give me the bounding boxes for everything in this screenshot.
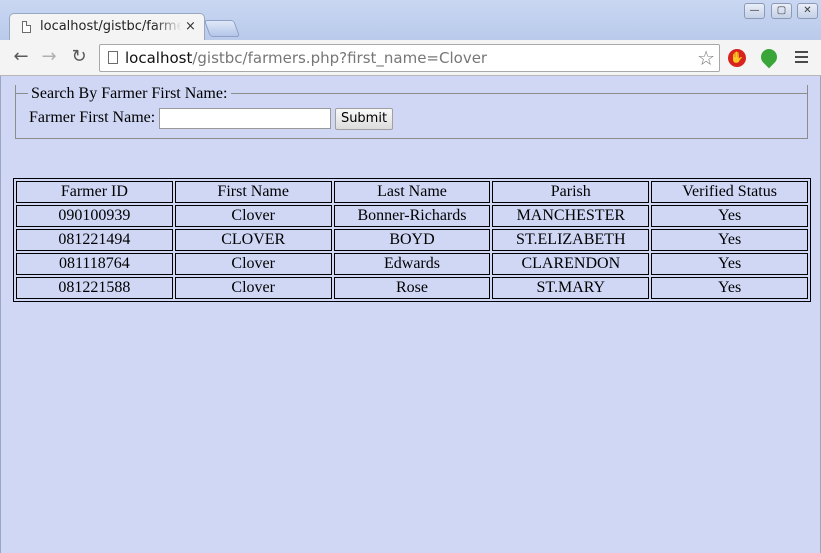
close-window-button[interactable]: ✕ bbox=[797, 3, 818, 19]
cell-parish: MANCHESTER bbox=[492, 205, 650, 227]
address-bar[interactable]: localhost/gistbc/farmers.php?first_name=… bbox=[99, 44, 720, 72]
cell-last-name: Edwards bbox=[333, 253, 491, 275]
search-fieldset: Search By Farmer First Name: Farmer Firs… bbox=[15, 85, 808, 139]
table-row: 081118764 Clover Edwards CLARENDON Yes bbox=[16, 253, 808, 275]
menu-icon[interactable] bbox=[795, 51, 808, 64]
cell-verified-status: Yes bbox=[651, 205, 808, 227]
reload-icon[interactable]: ↻ bbox=[67, 45, 91, 69]
column-header-first-name: First Name bbox=[174, 181, 332, 203]
cell-verified-status: Yes bbox=[651, 253, 808, 275]
cell-parish: CLARENDON bbox=[492, 253, 650, 275]
table-row: 090100939 Clover Bonner-Richards MANCHES… bbox=[16, 205, 808, 227]
column-header-farmer-id: Farmer ID bbox=[16, 181, 173, 203]
tab-title: localhost/gistbc/farmers.php?first_name=… bbox=[40, 19, 182, 34]
minimize-button[interactable]: — bbox=[744, 3, 765, 19]
back-arrow-icon[interactable]: ← bbox=[9, 45, 33, 69]
cell-last-name: Rose bbox=[333, 277, 491, 299]
cell-parish: ST.MARY bbox=[492, 277, 650, 299]
forward-arrow-icon[interactable]: → bbox=[37, 45, 61, 69]
cell-first-name: Clover bbox=[174, 205, 332, 227]
first-name-label: Farmer First Name: bbox=[29, 109, 156, 126]
cell-first-name: Clover bbox=[174, 253, 332, 275]
cell-farmer-id: 090100939 bbox=[16, 205, 173, 227]
browser-toolbar: ← → ↻ localhost/gistbc/farmers.php?first… bbox=[0, 40, 821, 76]
cell-farmer-id: 081118764 bbox=[16, 253, 173, 275]
farmers-table: Farmer ID First Name Last Name Parish Ve… bbox=[13, 178, 811, 302]
cell-verified-status: Yes bbox=[651, 229, 808, 251]
first-name-input[interactable] bbox=[159, 108, 331, 129]
cell-first-name: CLOVER bbox=[174, 229, 332, 251]
stop-extension-icon[interactable]: ✋ bbox=[728, 49, 746, 67]
cell-parish: ST.ELIZABETH bbox=[492, 229, 650, 251]
submit-button[interactable]: Submit bbox=[335, 108, 393, 130]
page-content: Search By Farmer First Name: Farmer Firs… bbox=[0, 76, 821, 553]
search-legend: Search By Farmer First Name: bbox=[31, 85, 228, 102]
url-path: /gistbc/farmers.php?first_name=Clover bbox=[192, 49, 488, 67]
cell-first-name: Clover bbox=[174, 277, 332, 299]
url-text[interactable]: localhost/gistbc/farmers.php?first_name=… bbox=[125, 49, 487, 67]
title-bar: localhost/gistbc/farmers.php?first_name=… bbox=[0, 0, 821, 40]
cell-last-name: Bonner-Richards bbox=[333, 205, 491, 227]
cell-farmer-id: 081221494 bbox=[16, 229, 173, 251]
url-host: localhost bbox=[125, 49, 193, 67]
page-info-icon[interactable] bbox=[108, 51, 118, 64]
table-row: 081221588 Clover Rose ST.MARY Yes bbox=[16, 277, 808, 299]
table-row: 081221494 CLOVER BOYD ST.ELIZABETH Yes bbox=[16, 229, 808, 251]
column-header-verified-status: Verified Status bbox=[651, 181, 808, 203]
cell-last-name: BOYD bbox=[333, 229, 491, 251]
cell-farmer-id: 081221588 bbox=[16, 277, 173, 299]
close-tab-icon[interactable]: × bbox=[185, 18, 196, 36]
column-header-last-name: Last Name bbox=[333, 181, 491, 203]
browser-tab[interactable]: localhost/gistbc/farmers.php?first_name=… bbox=[9, 13, 205, 40]
cell-verified-status: Yes bbox=[651, 277, 808, 299]
bookmark-star-icon[interactable]: ☆ bbox=[697, 47, 715, 69]
new-tab-button[interactable] bbox=[203, 20, 241, 37]
page-icon bbox=[22, 21, 31, 33]
maximize-button[interactable]: ▢ bbox=[771, 3, 792, 19]
table-header-row: Farmer ID First Name Last Name Parish Ve… bbox=[16, 181, 808, 203]
column-header-parish: Parish bbox=[492, 181, 650, 203]
